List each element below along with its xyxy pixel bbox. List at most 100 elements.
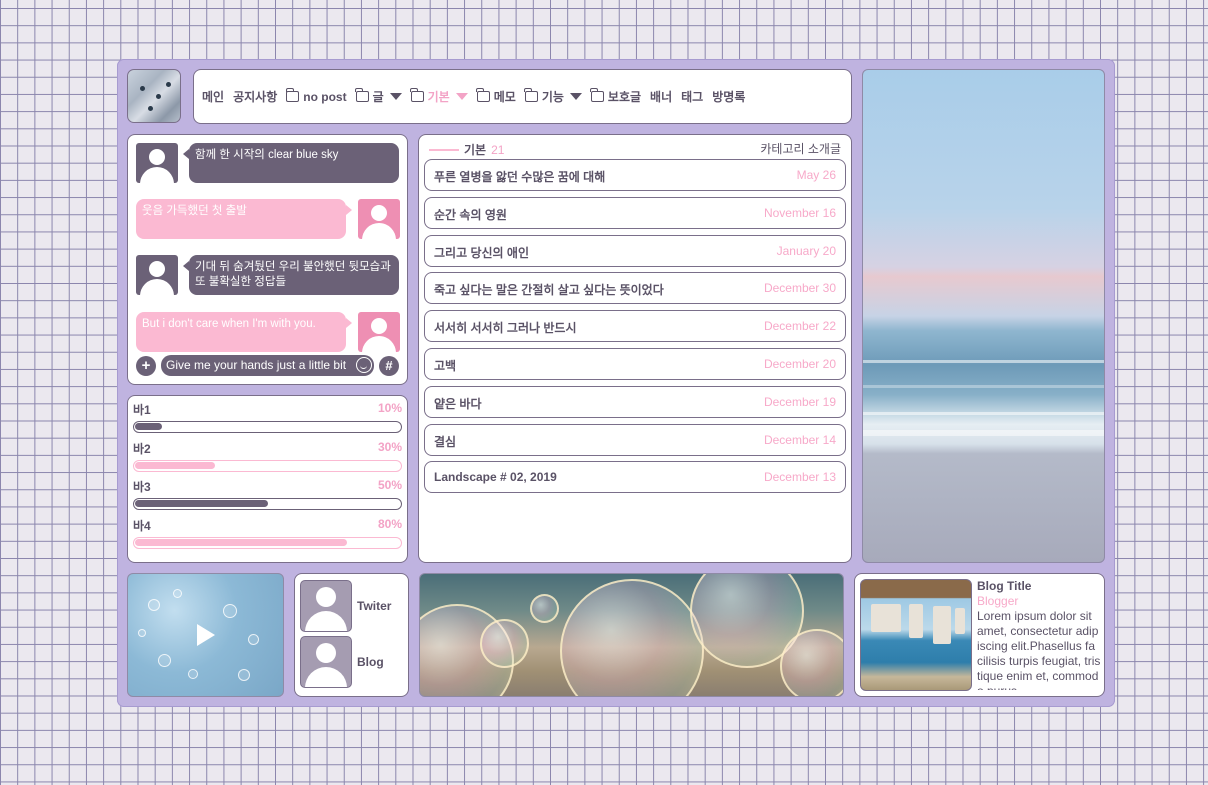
nav-item-label: 보호글: [607, 90, 642, 104]
chat-message-text: 웃음 가득했던 첫 출발: [142, 205, 247, 217]
chat-bubble: 함께 한 시작의 clear blue sky: [183, 143, 399, 183]
chat-bubble: 기대 뒤 숨겨뒀던 우리 불안했던 뒷모습과 또 불확실한 정답들: [183, 255, 399, 295]
bar-percent: 80%: [377, 517, 402, 531]
progress-bar: [133, 537, 402, 549]
post-title: 그리고 당신의 애인: [434, 245, 529, 260]
nav-item-label: 공지사항: [233, 90, 278, 104]
chat-message-text: But i don't care when I'm with you.: [142, 318, 316, 330]
sea-photo: [862, 69, 1105, 563]
blog-avatar-link[interactable]: [300, 636, 352, 688]
post-row[interactable]: 얕은 바다 December 19: [424, 385, 846, 418]
progress-bar: [133, 498, 402, 510]
post-count: 21: [491, 142, 505, 157]
post-date: December 13: [763, 470, 836, 485]
post-row[interactable]: Landscape # 02, 2019 December 13: [424, 461, 846, 494]
progress-bar: [133, 421, 402, 433]
caret-down-icon[interactable]: [569, 93, 582, 100]
post-title: 푸른 열병을 앓던 수많은 꿈에 대해: [434, 170, 606, 184]
bar-percent: 10%: [377, 401, 402, 415]
top-navigation: 메인 공지사항 no post 글 기본 메모 기능 보호글 배너 태그 방명록: [193, 69, 852, 124]
post-title: Landscape # 02, 2019: [434, 470, 557, 485]
nav-item-label: 태그: [681, 90, 704, 104]
profile-photo: [860, 579, 972, 691]
folder-icon: [524, 88, 538, 102]
hash-icon[interactable]: #: [379, 356, 399, 376]
folder-icon: [590, 88, 604, 102]
chat-avatar-right: [358, 312, 400, 352]
post-date: May 26: [796, 168, 836, 182]
post-title: 죽고 싶다는 말은 간절히 살고 싶다는 뜻이었다: [434, 283, 664, 298]
list-header: 기본 21: [429, 141, 504, 158]
nav-item[interactable]: 방명록: [712, 88, 745, 105]
caret-down-icon[interactable]: [389, 93, 402, 100]
post-title: 서서히 서서히 그러나 반드시: [434, 321, 577, 336]
post-title: 결심: [434, 434, 457, 449]
bar-label: 바3: [133, 480, 151, 494]
twitter-avatar[interactable]: [300, 580, 352, 632]
folder-icon: [355, 88, 369, 102]
nav-item[interactable]: 공지사항: [233, 88, 277, 105]
header-line: [429, 148, 459, 151]
post-row[interactable]: 고백 December 20: [424, 348, 846, 380]
nav-item[interactable]: 배너: [650, 88, 672, 105]
progress-bar-fill: [135, 462, 215, 469]
nav-item[interactable]: 메모: [476, 88, 516, 105]
nav-item-label: 배너: [650, 90, 673, 104]
folder-icon: [285, 88, 300, 102]
chat-bubble: But i don't care when I'm with you.: [136, 312, 352, 352]
category-intro-link[interactable]: 카테고리 소개글: [760, 140, 841, 157]
caret-down-icon[interactable]: [455, 93, 468, 100]
nav-item-label: 기본: [427, 90, 450, 104]
chat-avatar-right: [358, 199, 400, 239]
nav-item-label: 기능: [541, 90, 564, 104]
post-title: 고백: [434, 359, 457, 373]
post-row[interactable]: 결심 December 14: [424, 423, 846, 456]
post-date: November 16: [763, 205, 836, 220]
blog-avatar[interactable]: [127, 69, 181, 123]
blog-link[interactable]: Blog: [357, 655, 384, 669]
play-icon[interactable]: [197, 624, 215, 646]
chat-message-text: 함께 한 시작의 clear blue sky: [195, 149, 339, 161]
folder-icon: [476, 88, 490, 102]
nav-item-label: 메모: [493, 90, 516, 104]
post-date: December 20: [763, 357, 836, 371]
nav-item[interactable]: 보호글: [590, 88, 642, 105]
nav-item-label: 글: [372, 90, 384, 104]
bar-label: 바2: [133, 442, 151, 456]
chat-avatar-left: [136, 255, 178, 295]
post-date: December 30: [763, 281, 836, 296]
post-row[interactable]: 순간 속의 영원 November 16: [424, 196, 846, 229]
bar-percent: 30%: [377, 440, 402, 454]
bar-percent: 50%: [377, 478, 402, 492]
progress-bar-fill: [135, 500, 268, 507]
chat-message-text: 기대 뒤 숨겨뒀던 우리 불안했던 뒷모습과 또 불확실한 정답들: [195, 261, 391, 288]
chat-input[interactable]: Give me your hands just a little bit: [161, 355, 374, 376]
twitter-link[interactable]: Twiter: [357, 599, 391, 613]
nav-item[interactable]: 기본: [410, 88, 468, 105]
blogger-label: Blogger: [977, 594, 1019, 608]
post-date: December 22: [763, 319, 836, 334]
plus-icon[interactable]: +: [136, 356, 156, 376]
smile-icon[interactable]: [356, 357, 372, 373]
blog-title: Blog Title: [977, 579, 1032, 593]
nav-item[interactable]: 태그: [681, 88, 703, 105]
nav-item[interactable]: 기능: [524, 88, 582, 105]
bubbles-banner: [419, 573, 844, 697]
nav-item-label: no post: [303, 89, 347, 104]
post-title: 얕은 바다: [434, 396, 482, 411]
post-row[interactable]: 그리고 당신의 애인 January 20: [424, 234, 846, 267]
blog-description: Lorem ipsum dolor sit amet, consectetur …: [977, 609, 1101, 690]
video-thumbnail[interactable]: [127, 573, 284, 697]
post-date: January 20: [776, 243, 836, 258]
progress-bar-fill: [135, 423, 162, 430]
nav-item[interactable]: 메인: [202, 88, 224, 105]
nav-item[interactable]: no post: [285, 88, 347, 104]
category-name: 기본: [464, 143, 487, 157]
progress-bar-fill: [135, 539, 347, 546]
nav-item[interactable]: 글: [355, 88, 402, 105]
post-row[interactable]: 죽고 싶다는 말은 간절히 살고 싶다는 뜻이었다 December 30: [424, 272, 846, 305]
post-row[interactable]: 푸른 열병을 앓던 수많은 꿈에 대해 May 26: [424, 159, 846, 191]
post-row[interactable]: 서서히 서서히 그러나 반드시 December 22: [424, 310, 846, 343]
bar-label: 바1: [133, 403, 151, 417]
chat-bubble: 웃음 가득했던 첫 출발: [136, 199, 352, 239]
